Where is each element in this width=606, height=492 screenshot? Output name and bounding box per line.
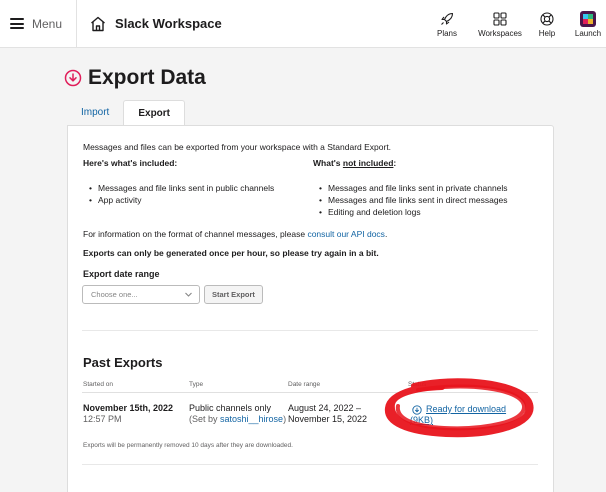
- plans-label: Plans: [436, 28, 457, 38]
- tab-export[interactable]: Export: [123, 100, 186, 126]
- api-info-prefix: For information on the format of channel…: [83, 229, 308, 239]
- table-header-divider: [82, 392, 538, 393]
- set-by-prefix: (Set by: [189, 414, 221, 424]
- export-started-time: 12:57 PM: [83, 414, 122, 424]
- workspaces-label: Workspaces: [478, 28, 522, 38]
- not-included-suffix: :: [393, 158, 397, 168]
- page-title: Export Data: [88, 66, 206, 89]
- top-actions: Plans Workspaces Help Launch: [428, 0, 606, 48]
- date-range-select[interactable]: Choose one...: [82, 285, 200, 304]
- launch-button[interactable]: Launch: [570, 0, 606, 48]
- workspaces-button[interactable]: Workspaces: [474, 0, 526, 48]
- list-item: Messages and file links sent in direct m…: [318, 194, 508, 206]
- api-docs-link[interactable]: consult our API docs: [307, 229, 385, 239]
- grid-icon: [492, 11, 508, 27]
- export-type: Public channels only: [189, 403, 272, 413]
- export-intro-text: Messages and files can be exported from …: [83, 142, 392, 152]
- section-divider: [82, 330, 538, 331]
- help-button[interactable]: Help: [532, 0, 562, 48]
- plans-button[interactable]: Plans: [428, 0, 466, 48]
- column-header-status: Status: [408, 381, 427, 388]
- page-header: Export Data: [64, 66, 206, 90]
- export-file-size[interactable]: (9KB): [410, 415, 433, 426]
- section-divider: [82, 464, 538, 465]
- date-range-label: Export date range: [83, 269, 160, 279]
- export-range-end: November 15, 2022: [288, 414, 368, 424]
- set-by-user-link[interactable]: satoshi__hirose: [220, 414, 283, 424]
- list-item: App activity: [88, 194, 274, 206]
- menu-button[interactable]: Menu: [0, 0, 78, 48]
- workspace-name[interactable]: Slack Workspace: [115, 16, 222, 31]
- download-icon: [412, 404, 422, 415]
- export-alert-icon: [64, 69, 82, 87]
- ready-for-download-link[interactable]: Ready for download: [412, 404, 506, 415]
- not-included-heading: What's not included:: [313, 158, 396, 169]
- export-range-start: August 24, 2022 –: [288, 403, 362, 413]
- launch-label: Launch: [574, 28, 602, 38]
- retention-note: Exports will be permanently removed 10 d…: [83, 442, 293, 449]
- column-header-started: Started on: [83, 381, 113, 388]
- not-included-emphasis: not included: [342, 158, 394, 168]
- start-export-button[interactable]: Start Export: [204, 285, 263, 304]
- set-by-suffix: ): [283, 414, 287, 424]
- column-header-date-range: Date range: [288, 381, 321, 388]
- menu-label: Menu: [32, 16, 63, 31]
- api-info-suffix: .: [384, 229, 388, 239]
- tab-bar: Import Export: [68, 99, 186, 126]
- list-item: Messages and file links sent in public c…: [88, 182, 274, 194]
- list-item: Editing and deletion logs: [318, 206, 508, 218]
- download-status-text: Ready for download: [426, 404, 507, 414]
- export-set-by: (Set by satoshi__hirose): [189, 414, 286, 425]
- chevron-down-icon: [184, 290, 193, 299]
- rocket-icon: [439, 11, 455, 27]
- list-item: Messages and file links sent in private …: [318, 182, 508, 194]
- export-panel: Messages and files can be exported from …: [67, 125, 554, 492]
- past-exports-title: Past Exports: [83, 355, 163, 370]
- export-started-date: November 15th, 2022: [83, 403, 174, 413]
- included-list: Messages and file links sent in public c…: [88, 182, 274, 206]
- hamburger-icon: [10, 18, 24, 29]
- top-bar: Menu Slack Workspace Plans Workspaces He…: [0, 0, 606, 48]
- slack-logo-icon: [580, 10, 596, 27]
- not-included-prefix: What's: [313, 158, 343, 168]
- rate-limit-notice: Exports can only be generated once per h…: [83, 248, 379, 258]
- home-icon: [89, 15, 107, 33]
- lifebuoy-icon: [539, 11, 555, 27]
- help-label: Help: [538, 28, 556, 38]
- api-info-text: For information on the format of channel…: [83, 229, 387, 240]
- column-header-type: Type: [189, 381, 204, 388]
- not-included-list: Messages and file links sent in private …: [318, 182, 508, 218]
- date-range-placeholder: Choose one...: [91, 290, 138, 299]
- included-heading: Here's what's included:: [83, 158, 178, 168]
- tab-import[interactable]: Import: [68, 99, 123, 125]
